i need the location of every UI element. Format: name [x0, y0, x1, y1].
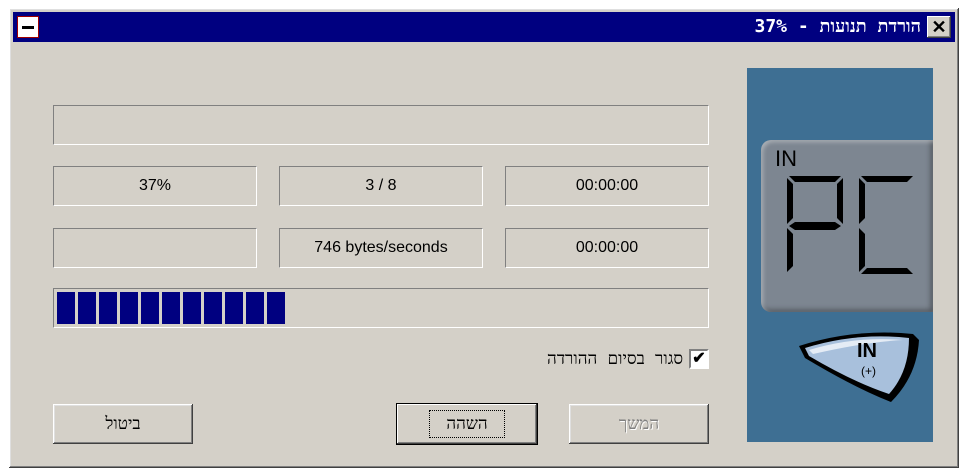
elapsed-time-field: 00:00:00	[505, 166, 709, 206]
extra-info-field	[53, 228, 257, 268]
checkmark-icon: ✔	[692, 350, 706, 367]
window-title: הורדת תנועות - 37%	[754, 16, 921, 37]
lcd-display: IN PC	[761, 140, 933, 312]
side-panel: IN PC	[747, 68, 933, 442]
close-icon: ✕	[931, 17, 947, 37]
title-bar[interactable]: הורדת תנועות - 37% ✕	[13, 12, 955, 42]
close-on-finish-label: סגור בסיום ההורדה	[547, 349, 683, 369]
lcd-pc-digits: PC	[787, 176, 913, 274]
progress-segment	[162, 292, 180, 324]
progress-segment	[120, 292, 138, 324]
close-on-finish-checkbox[interactable]: ✔	[689, 349, 709, 369]
in-plus-button[interactable]: IN (+)	[795, 328, 923, 408]
pause-button[interactable]: השהה	[397, 404, 537, 444]
lcd-caption: IN	[775, 146, 797, 171]
progress-segment	[141, 292, 159, 324]
progress-segment	[204, 292, 222, 324]
minus-icon	[22, 25, 34, 29]
progress-segment	[267, 292, 285, 324]
continue-button: המשך	[569, 404, 709, 444]
transfer-speed-field: 746 bytes/seconds	[279, 228, 483, 268]
progress-segment	[246, 292, 264, 324]
progress-segment	[78, 292, 96, 324]
progress-segment	[57, 292, 75, 324]
in-button-label: IN	[857, 340, 877, 362]
status-message-field	[53, 105, 709, 145]
cancel-button[interactable]: ביטול	[53, 404, 193, 444]
pause-button-label: השהה	[429, 410, 505, 438]
progress-segment	[99, 292, 117, 324]
close-on-finish-option[interactable]: ✔ סגור בסיום ההורדה	[547, 347, 709, 371]
in-button-sub: (+)	[861, 364, 876, 378]
file-count-field: 3 / 8	[279, 166, 483, 206]
system-menu-button[interactable]	[17, 16, 39, 38]
download-dialog: הורדת תנועות - 37% ✕ 37% 3 / 8 00:00:00 …	[9, 8, 959, 468]
progress-segment	[225, 292, 243, 324]
close-button[interactable]: ✕	[927, 16, 951, 38]
progress-segment	[183, 292, 201, 324]
remaining-time-field: 00:00:00	[505, 228, 709, 268]
percent-field: 37%	[53, 166, 257, 206]
download-progress-bar	[53, 288, 709, 328]
